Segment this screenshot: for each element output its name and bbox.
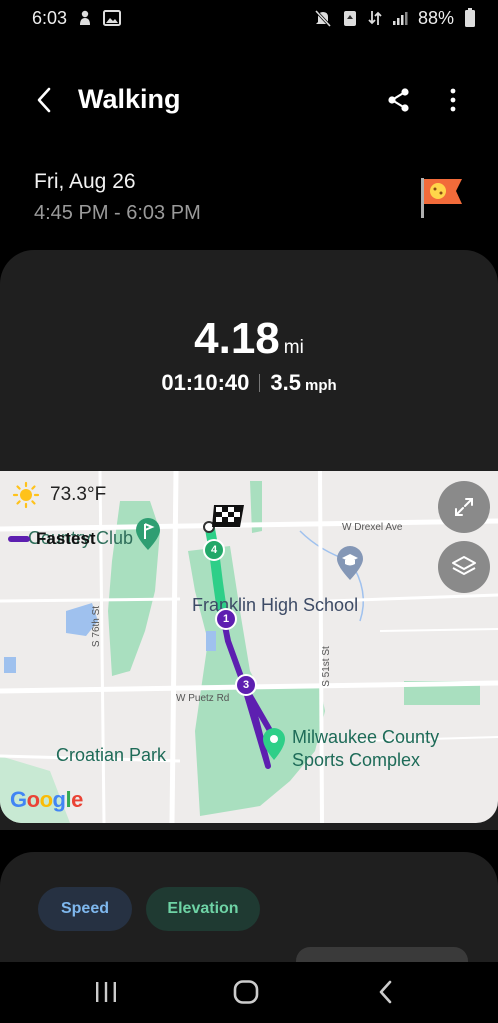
- status-time: 6:03: [32, 7, 68, 28]
- status-bar: 6:03 88%: [0, 0, 498, 36]
- weather-temp: 73.3°F: [50, 484, 107, 505]
- sub-stats: 01:10:40 3.5 mph: [0, 370, 498, 396]
- duration-value: 01:10:40: [161, 370, 250, 395]
- distance-stat: 4.18 mi: [0, 314, 498, 364]
- session-date: Fri, Aug 26: [34, 170, 136, 193]
- more-vert-icon: [450, 88, 456, 112]
- status-left: 6:03: [32, 7, 122, 29]
- app-header: Walking: [0, 70, 498, 130]
- sun-icon: [12, 481, 40, 509]
- pond-2: [4, 657, 16, 673]
- distance-value: 4.18: [194, 314, 280, 363]
- expand-map-button[interactable]: [438, 481, 490, 533]
- sports-complex-label-line1: Milwaukee County: [292, 727, 440, 747]
- gallery-icon: [103, 10, 122, 26]
- status-right: 88%: [314, 8, 476, 29]
- route-marker-1[interactable]: 1: [215, 608, 237, 630]
- sports-complex-pin-icon: [263, 728, 285, 760]
- finish-flag-icon: [212, 505, 244, 527]
- weather-overlay: 73.3°F: [12, 481, 106, 509]
- croatian-park-label: Croatian Park: [56, 745, 167, 765]
- share-button[interactable]: [380, 82, 418, 118]
- tab-speed[interactable]: Speed: [38, 887, 132, 931]
- system-back-button[interactable]: [366, 976, 406, 1008]
- recycle-icon: [342, 9, 358, 27]
- tab-elevation[interactable]: Elevation: [146, 887, 260, 931]
- pond-3: [206, 631, 216, 651]
- notification-icon: [77, 9, 93, 27]
- page-title: Walking: [78, 84, 181, 114]
- route-marker-3[interactable]: 3: [235, 674, 257, 696]
- more-options-button[interactable]: [438, 82, 468, 118]
- speed-unit: mph: [305, 377, 337, 394]
- signal-icon: [392, 10, 408, 26]
- drexel-ave-label: W Drexel Ave: [342, 522, 403, 533]
- layers-icon: [452, 556, 476, 575]
- achievement-flag-icon[interactable]: [418, 174, 466, 220]
- route-legend: Fastest: [8, 529, 96, 549]
- distance-unit: mi: [283, 337, 304, 358]
- battery-percent: 88%: [417, 7, 454, 28]
- home-button[interactable]: [226, 976, 266, 1008]
- recent-apps-icon: [96, 982, 116, 1002]
- stat-divider: [259, 374, 261, 392]
- route-marker-4[interactable]: 4: [203, 539, 225, 561]
- map-background: [0, 471, 498, 823]
- system-back-icon: [379, 980, 392, 1004]
- recent-apps-button[interactable]: [86, 976, 126, 1008]
- golf-poi-icon: [136, 518, 160, 550]
- google-attribution-logo: Google: [10, 787, 83, 812]
- legend-label-fastest: Fastest: [36, 529, 96, 548]
- map-layers-button[interactable]: [438, 541, 490, 593]
- battery-icon: [464, 8, 476, 28]
- speed-value: 3.5: [270, 370, 301, 395]
- puetz-rd-label: W Puetz Rd: [176, 693, 230, 704]
- s76th-st-label: S 76th St: [91, 605, 103, 648]
- s51st-st-label: S 51st St: [320, 646, 332, 687]
- share-icon: [388, 88, 409, 112]
- system-nav-bar: [0, 962, 498, 1023]
- home-icon: [233, 980, 259, 1004]
- legend-swatch-fastest: [8, 536, 30, 542]
- expand-icon: [455, 498, 473, 516]
- back-button[interactable]: [24, 82, 64, 118]
- data-icon: [368, 9, 382, 27]
- sports-complex-label-line2: Sports Complex: [292, 750, 421, 770]
- mute-icon: [314, 9, 332, 27]
- session-time-range: 4:45 PM - 6:03 PM: [34, 202, 201, 224]
- route-map[interactable]: Country Club Franklin High School Croati…: [0, 471, 498, 823]
- school-poi-icon: [337, 546, 363, 580]
- back-arrow-icon: [37, 87, 51, 113]
- charts-card: Speed Elevation: [0, 852, 498, 967]
